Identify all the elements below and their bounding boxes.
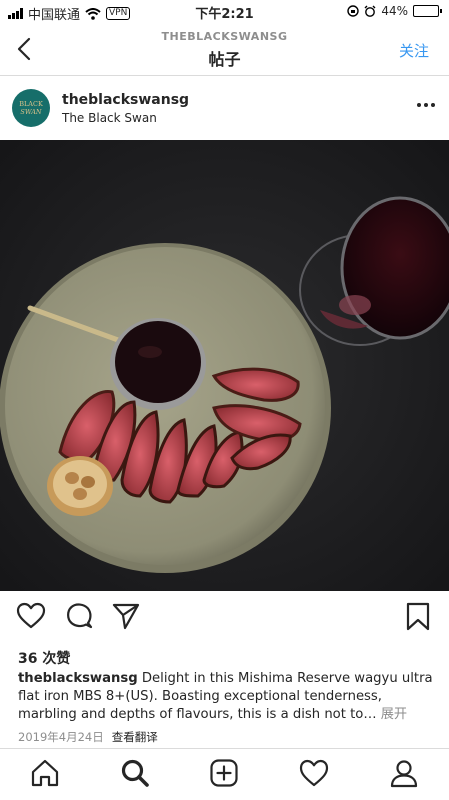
action-bar bbox=[0, 602, 449, 636]
add-icon[interactable] bbox=[209, 758, 239, 788]
caption-username[interactable]: theblackswansg bbox=[18, 671, 138, 686]
post-location[interactable]: The Black Swan bbox=[62, 111, 157, 125]
alarm-icon bbox=[364, 5, 376, 17]
post-username[interactable]: theblackswansg bbox=[62, 92, 189, 108]
post-header: BLACK SWAN theblackswansg The Black Swan bbox=[0, 78, 449, 140]
follow-button[interactable]: 关注 bbox=[399, 40, 429, 61]
svg-text:BLACK: BLACK bbox=[19, 100, 43, 108]
post-photo[interactable] bbox=[0, 140, 449, 591]
home-icon[interactable] bbox=[30, 758, 60, 788]
post-caption: theblackswansg Delight in this Mishima R… bbox=[18, 670, 436, 724]
nav-subtitle: THEBLACKSWANSG bbox=[161, 30, 288, 43]
status-right: 44% bbox=[347, 4, 442, 18]
translate-link[interactable]: 查看翻译 bbox=[112, 730, 158, 744]
status-bar: 中国联通 VPN 下午2:21 44% bbox=[0, 0, 449, 24]
svg-text:SWAN: SWAN bbox=[20, 108, 42, 116]
post-meta: 2019年4月24日 查看翻译 bbox=[18, 729, 158, 745]
caption-more-link[interactable]: 展开 bbox=[377, 707, 407, 722]
battery-percent: 44% bbox=[381, 4, 408, 18]
page-title: 帖子 bbox=[208, 50, 241, 69]
search-icon[interactable] bbox=[120, 758, 150, 788]
battery-icon bbox=[413, 5, 442, 17]
rotation-lock-icon bbox=[347, 5, 360, 17]
food-photo-image bbox=[0, 140, 449, 591]
likes-count[interactable]: 36 次赞 bbox=[18, 648, 70, 668]
more-icon[interactable] bbox=[417, 103, 435, 107]
navigation-bar: THEBLACKSWANSG 帖子 关注 bbox=[0, 24, 449, 76]
profile-icon[interactable] bbox=[389, 758, 419, 788]
share-icon[interactable] bbox=[112, 602, 140, 630]
post-date: 2019年4月24日 bbox=[18, 730, 104, 744]
logo-icon: BLACK SWAN bbox=[19, 100, 43, 116]
bookmark-icon[interactable] bbox=[405, 602, 431, 632]
bottom-tab-bar bbox=[0, 748, 449, 800]
activity-icon[interactable] bbox=[299, 758, 329, 788]
comment-icon[interactable] bbox=[65, 602, 93, 630]
heart-icon[interactable] bbox=[16, 602, 46, 630]
avatar[interactable]: BLACK SWAN bbox=[12, 89, 50, 127]
